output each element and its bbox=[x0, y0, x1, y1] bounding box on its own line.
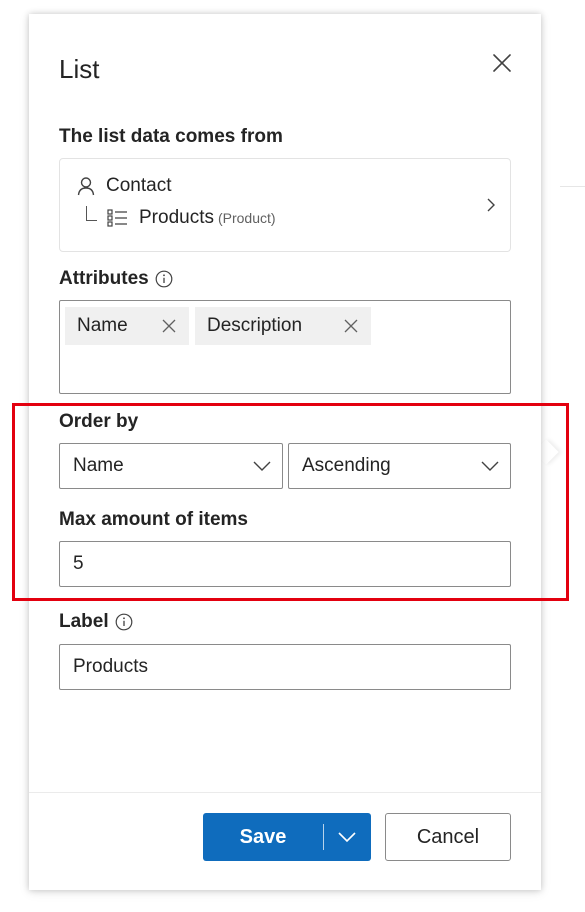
order-by-direction-value: Ascending bbox=[302, 455, 391, 476]
source-root-row: Contact bbox=[76, 175, 171, 197]
max-items-value: 5 bbox=[73, 553, 84, 574]
label-input[interactable]: Products bbox=[59, 644, 511, 690]
cancel-button[interactable]: Cancel bbox=[385, 813, 511, 861]
attribute-chip-label: Description bbox=[207, 315, 303, 336]
label-field-label: Label bbox=[59, 611, 109, 632]
source-child-entity: (Product) bbox=[217, 210, 276, 226]
max-items-input[interactable]: 5 bbox=[59, 541, 511, 587]
info-icon[interactable] bbox=[115, 613, 133, 631]
split-separator bbox=[323, 824, 324, 850]
order-by-label-row: Order by bbox=[59, 411, 138, 433]
footer-divider bbox=[29, 792, 541, 793]
save-split-button[interactable]: Save bbox=[203, 813, 371, 861]
person-icon bbox=[77, 177, 95, 196]
attributes-label-row: Attributes bbox=[59, 268, 173, 290]
info-icon[interactable] bbox=[155, 270, 173, 288]
close-button[interactable] bbox=[489, 50, 515, 76]
attributes-label: Attributes bbox=[59, 268, 149, 289]
source-child-row: Products (Product) bbox=[86, 205, 276, 229]
attribute-chip: Description bbox=[195, 307, 371, 345]
background-divider bbox=[560, 186, 585, 187]
data-source-selector[interactable]: Contact Products (Product) bbox=[59, 158, 511, 252]
label-input-value: Products bbox=[73, 656, 148, 677]
source-root-label: Contact bbox=[106, 175, 172, 196]
cancel-button-label: Cancel bbox=[416, 825, 480, 848]
max-items-label: Max amount of items bbox=[59, 509, 248, 530]
chevron-down-icon bbox=[253, 461, 271, 471]
max-items-label-row: Max amount of items bbox=[59, 509, 248, 531]
order-by-label: Order by bbox=[59, 411, 139, 432]
list-properties-panel: List The list data comes from Contact Pr… bbox=[29, 14, 541, 890]
source-child-label: Products bbox=[139, 207, 214, 228]
order-by-field-dropdown[interactable]: Name bbox=[59, 443, 283, 489]
close-icon bbox=[493, 54, 511, 72]
tree-connector bbox=[86, 205, 97, 221]
order-by-field-value: Name bbox=[73, 455, 124, 476]
data-source-label: The list data comes from bbox=[59, 126, 283, 147]
attributes-picker[interactable]: Name Description bbox=[59, 300, 511, 394]
attribute-chip: Name bbox=[65, 307, 189, 345]
order-by-direction-dropdown[interactable]: Ascending bbox=[288, 443, 511, 489]
attribute-chip-label: Name bbox=[77, 315, 128, 336]
panel-title: List bbox=[59, 54, 100, 84]
dismiss-icon[interactable] bbox=[161, 318, 177, 334]
list-icon bbox=[107, 209, 127, 227]
chevron-down-icon bbox=[481, 461, 499, 471]
label-field-label-row: Label bbox=[59, 611, 133, 633]
save-button-label[interactable]: Save bbox=[203, 826, 323, 849]
chevron-down-icon[interactable] bbox=[337, 830, 357, 844]
chevron-right-icon bbox=[487, 198, 495, 212]
dismiss-icon[interactable] bbox=[343, 318, 359, 334]
